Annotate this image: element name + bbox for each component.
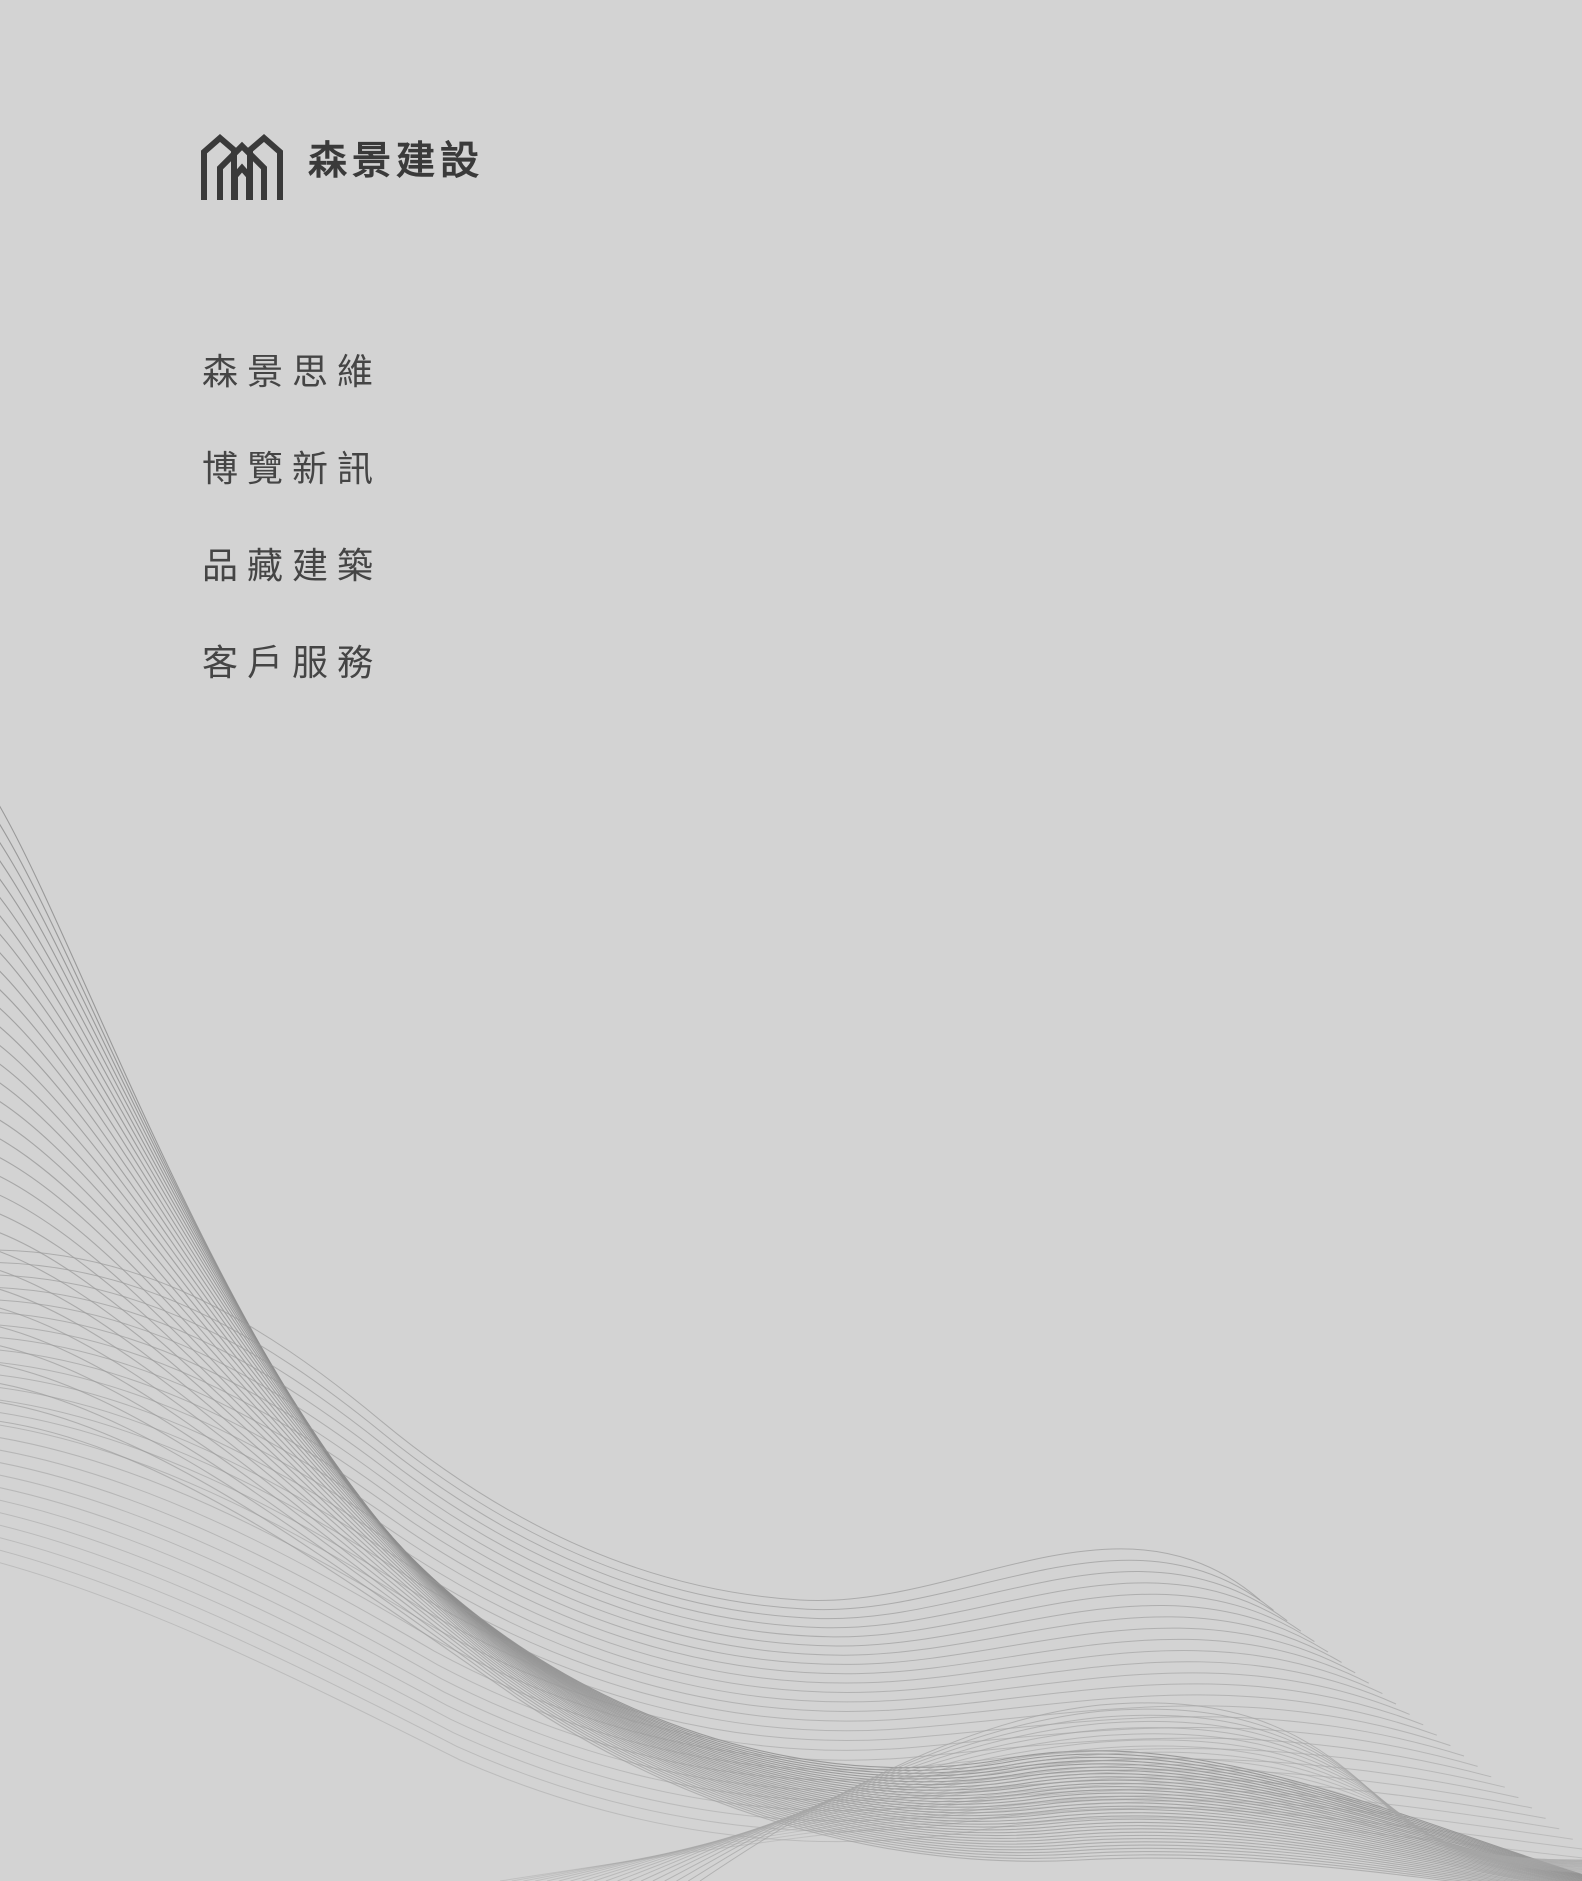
wave-line: [0, 1524, 1560, 1830]
wave-line: [0, 1082, 1568, 1881]
wave-line: [0, 1063, 1571, 1881]
wave-line: [523, 1794, 1582, 1881]
wave-line: [0, 1157, 1554, 1881]
wave-line: [0, 1349, 1370, 1684]
menu-item: 品藏建築: [202, 546, 382, 643]
wave-line: [0, 1549, 1582, 1850]
wave-line: [0, 1374, 1397, 1705]
wave-line: [0, 1499, 1533, 1809]
menu-link-projects[interactable]: 品藏建築: [202, 546, 382, 587]
wave-line: [0, 1399, 1424, 1726]
wave-line: [558, 1776, 1582, 1881]
wave-line: [640, 1733, 1582, 1881]
menu-item: 客戶服務: [202, 643, 382, 740]
wave-line: [0, 1326, 1504, 1881]
wave-line: [511, 1800, 1582, 1881]
wave-line: [0, 1324, 1342, 1663]
wave-line: [687, 1708, 1582, 1881]
wave-line: [0, 1251, 1530, 1881]
wave-line: [0, 1437, 1465, 1757]
wave-line: [0, 933, 1582, 1880]
wave-line: [0, 860, 1582, 1878]
wave-line: [0, 1412, 1437, 1736]
building-m-logo-icon: [201, 134, 283, 200]
wave-line: [699, 1702, 1582, 1881]
wave-line: [0, 970, 1582, 1881]
wave-line: [0, 1007, 1580, 1881]
wave-line: [0, 1249, 1261, 1602]
wave-line: [582, 1763, 1582, 1881]
main-menu: 森景思維 博覽新訊 品藏建築 客戶服務: [202, 352, 382, 740]
wave-line: [0, 1194, 1545, 1881]
wave-line: [0, 1362, 1383, 1695]
wave-line: [0, 1364, 1488, 1881]
wave-line: [0, 878, 1582, 1878]
wave-line: [0, 1288, 1518, 1881]
wave-line: [0, 1119, 1561, 1881]
menu-item: 森景思維: [202, 352, 382, 449]
wave-line: [0, 952, 1582, 1881]
wave-line: [0, 1312, 1329, 1653]
wave-line: [0, 915, 1582, 1880]
menu-item: 博覽新訊: [202, 449, 382, 546]
wave-line: [0, 1176, 1549, 1881]
wave-line: [546, 1782, 1582, 1881]
wave-line: [0, 823, 1582, 1876]
brand-name: 森景建設: [308, 138, 485, 184]
wave-line: [593, 1757, 1582, 1881]
brand-home-link[interactable]: 森景建設: [200, 122, 484, 200]
menu-page: 森景建設 森景思維 博覽新訊 品藏建築 客戶服務: [0, 0, 1582, 1881]
menu-link-customer-service[interactable]: 客戶服務: [202, 643, 382, 684]
wave-line: [676, 1714, 1582, 1881]
wave-line: [0, 1101, 1565, 1881]
wave-line: [0, 1232, 1535, 1881]
wave-line: [0, 1299, 1315, 1643]
wave-line: [0, 989, 1582, 1881]
wave-line: [0, 1345, 1496, 1881]
wave-line: [570, 1770, 1582, 1881]
wave-line: [0, 1387, 1410, 1715]
wave-line: [617, 1745, 1582, 1881]
wave-line: [0, 1562, 1582, 1859]
wave-line: [499, 1806, 1582, 1881]
wave-line: [0, 1337, 1356, 1674]
wave-line: [605, 1751, 1582, 1881]
wave-line: [0, 1270, 1524, 1881]
menu-link-philosophy[interactable]: 森景思維: [202, 352, 382, 393]
wave-line: [0, 1420, 1454, 1881]
wave-line: [0, 1487, 1519, 1799]
wave-line: [0, 896, 1582, 1879]
menu-link-news[interactable]: 博覽新訊: [202, 449, 382, 490]
wave-line: [0, 1213, 1540, 1881]
wave-line: [652, 1727, 1582, 1881]
wave-line: [0, 1287, 1302, 1632]
wave-line: [0, 1474, 1505, 1788]
wave-line: [0, 841, 1582, 1877]
wave-line: [0, 1512, 1546, 1819]
wave-lines-background: [0, 805, 1582, 1881]
wave-line: [629, 1739, 1582, 1881]
wave-line: [0, 1138, 1557, 1881]
wave-line: [0, 1026, 1577, 1881]
wave-line: [535, 1788, 1582, 1881]
wave-line: [0, 1462, 1492, 1778]
wave-line: [0, 1274, 1288, 1622]
wave-line: [0, 1262, 1274, 1611]
wave-line: [0, 1045, 1574, 1881]
wave-line: [664, 1720, 1582, 1881]
wave-line: [0, 1307, 1511, 1881]
wave-line: [0, 1449, 1478, 1767]
wave-line: [0, 1424, 1451, 1747]
wave-line: [0, 805, 1582, 1876]
wave-line: [0, 1537, 1573, 1840]
wave-line: [0, 1383, 1478, 1881]
wave-line: [0, 1402, 1467, 1881]
